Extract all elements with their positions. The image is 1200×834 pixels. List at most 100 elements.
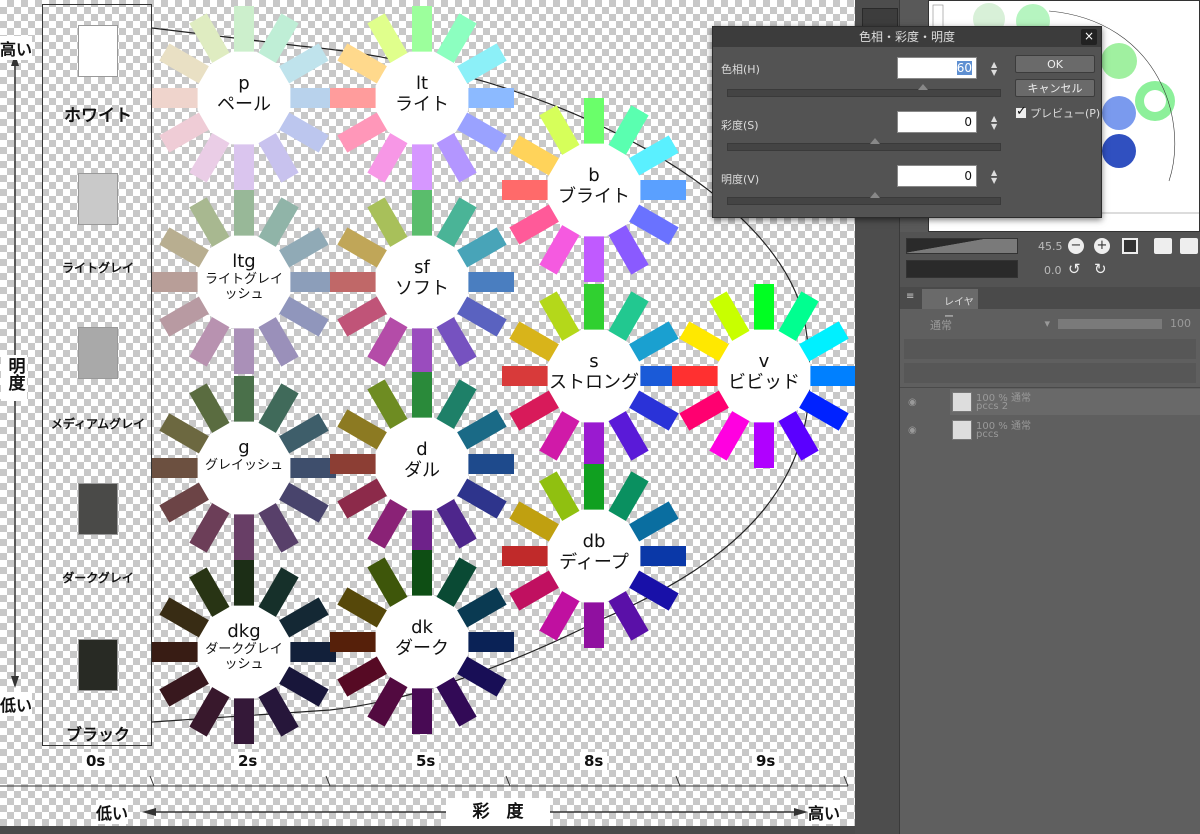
- blend-mode-select[interactable]: 通常 ▾: [930, 317, 1050, 333]
- tone-name: ビビッド: [728, 371, 800, 393]
- tone-label-sf: sf ソフト: [372, 257, 472, 299]
- layer-toolbar-2: [904, 363, 1196, 383]
- saturation-arrow-right-head: [794, 808, 808, 816]
- tone-code: db: [582, 531, 606, 552]
- hue-petal: [234, 6, 254, 58]
- layer-opacity-slider[interactable]: [1058, 319, 1162, 329]
- tone-label-g: g グレイッシュ: [194, 437, 294, 474]
- hue-petal: [584, 230, 604, 282]
- tone-name: ダル: [404, 459, 440, 481]
- hue-petal: [234, 322, 254, 374]
- slider-knob[interactable]: [870, 138, 880, 144]
- brush-size-value: 45.5: [1038, 240, 1063, 253]
- hue-petal: [412, 372, 432, 424]
- brightness-arrow-bottom-head: [11, 676, 19, 688]
- tone-label-b: b ブライト: [544, 165, 644, 207]
- zoom-out-icon[interactable]: −: [1068, 238, 1084, 254]
- brush-stroke-preview-1[interactable]: [906, 238, 1018, 254]
- eye-icon[interactable]: ◉: [908, 397, 917, 408]
- hue-petal: [584, 464, 604, 516]
- saturation-low-label: 低い: [96, 800, 129, 824]
- hue-petal: [412, 138, 432, 190]
- layer-panel: ≡ レイヤー 通常 ▾ 100 100 % 通常 pccs 2 100 % 通常…: [900, 287, 1200, 834]
- layer-row-1-name: pccs 2: [976, 401, 1009, 412]
- scale-label-2s: 2s: [234, 752, 262, 770]
- tone-name: ダークグレイッシュ: [205, 641, 283, 672]
- hue-input[interactable]: 60: [897, 57, 977, 79]
- eye-icon[interactable]: ◉: [908, 425, 917, 436]
- layer-row-2[interactable]: 100 % 通常 pccs: [950, 417, 1200, 443]
- slider-knob[interactable]: [918, 84, 928, 90]
- saturation-input[interactable]: 0: [897, 111, 977, 133]
- brightness-axis-text: 明度: [4, 357, 25, 391]
- tone-code: dk: [411, 617, 433, 638]
- tab-layers[interactable]: レイヤー: [922, 289, 978, 323]
- tone-code: s: [589, 351, 599, 372]
- gray-label-medium-gray: メディアムグレイ: [50, 417, 146, 431]
- tone-label-db: db ディープ: [544, 531, 644, 573]
- hue-petal: [234, 692, 254, 744]
- slider-knob[interactable]: [870, 192, 880, 198]
- brush-stroke-preview-2[interactable]: [906, 260, 1018, 278]
- tone-name: ソフト: [395, 277, 449, 299]
- panel-menu-icon[interactable]: ≡: [906, 291, 916, 303]
- tone-label-dk: dk ダーク: [372, 617, 472, 659]
- saturation-spinner-icon[interactable]: ▲ ▼: [991, 115, 1001, 131]
- hsv-dialog: 色相・彩度・明度 × 色相(H) 60 ▲ ▼ 彩度(S) 0 ▲ ▼ 明度(V) …: [712, 26, 1102, 218]
- gray-swatch-light-gray: [78, 173, 118, 225]
- preview-label: プレビュー(P): [1030, 107, 1101, 120]
- tone-name: ペール: [217, 93, 271, 115]
- zoom-in-icon[interactable]: +: [1094, 238, 1110, 254]
- hue-slider[interactable]: [727, 84, 1001, 97]
- gray-label-dark-gray: ダークグレイ: [62, 571, 134, 585]
- gray-swatch-black: [78, 639, 118, 691]
- tone-name: グレイッシュ: [205, 457, 284, 473]
- rotate-right-icon[interactable]: ↻: [1094, 262, 1110, 278]
- hue-petal: [234, 138, 254, 190]
- preview-checkbox[interactable]: プレビュー(P): [1015, 104, 1105, 123]
- hue-petal: [754, 284, 774, 336]
- layer-toolbar: [904, 339, 1196, 359]
- hue-petal: [584, 596, 604, 648]
- saturation-label: 彩度(S): [721, 119, 759, 132]
- layer-opacity-value: 100: [1170, 317, 1191, 330]
- tone-name: ダーク: [395, 637, 449, 659]
- cancel-button[interactable]: キャンセル: [1015, 79, 1095, 97]
- tone-code: p: [238, 73, 250, 94]
- hue-petal: [412, 504, 432, 556]
- brush-settings-panel: 45.5 0.0 − + ↺ ↻: [900, 232, 1200, 287]
- gray-swatch-medium-gray: [78, 327, 118, 379]
- hue-petal: [412, 322, 432, 374]
- scale-label-5s: 5s: [412, 752, 440, 770]
- hue-petal: [584, 98, 604, 150]
- tone-label-s: s ストロング: [544, 351, 644, 393]
- value-spinner-icon[interactable]: ▲ ▼: [991, 169, 1001, 185]
- tone-code: v: [758, 351, 770, 372]
- close-icon[interactable]: ×: [1081, 29, 1097, 45]
- hue-petal: [234, 508, 254, 560]
- dialog-title: 色相・彩度・明度: [713, 27, 1101, 47]
- flip-horizontal-icon[interactable]: [1154, 238, 1172, 254]
- flip-vertical-icon[interactable]: [1180, 238, 1198, 254]
- saturation-slider[interactable]: [727, 138, 1001, 151]
- tone-code: dkg: [227, 621, 261, 642]
- hue-spinner-icon[interactable]: ▲ ▼: [991, 61, 1001, 77]
- tone-code: g: [238, 437, 250, 458]
- brightness-low-label: 低い: [0, 692, 33, 716]
- layer-divider: [900, 387, 1200, 388]
- tone-name: ブライト: [558, 185, 630, 207]
- tone-label-v: v ビビッド: [714, 351, 814, 393]
- hue-petal: [754, 416, 774, 468]
- tone-name: ディープ: [559, 551, 629, 573]
- value-input[interactable]: 0: [897, 165, 977, 187]
- layer-thumbnail: [952, 392, 972, 412]
- chevron-down-icon: ▾: [1044, 317, 1050, 330]
- rotate-left-icon[interactable]: ↺: [1068, 262, 1084, 278]
- fit-icon[interactable]: [1122, 238, 1138, 254]
- value-slider[interactable]: [727, 192, 1001, 205]
- ok-button[interactable]: OK: [1015, 55, 1095, 73]
- tone-label-ltg: ltg ライトグレイッシュ: [194, 251, 294, 303]
- value-label: 明度(V): [721, 173, 760, 186]
- brightness-axis-label: 明度: [1, 355, 27, 401]
- layer-row-1[interactable]: 100 % 通常 pccs 2: [950, 389, 1200, 415]
